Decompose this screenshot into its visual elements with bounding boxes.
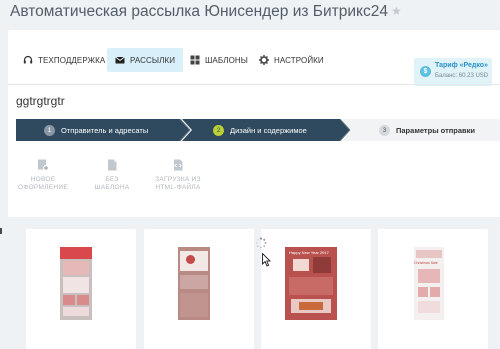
template-card[interactable]: [144, 229, 254, 349]
template-gallery: Happy New Year 2017 Christmas Sale: [8, 217, 500, 349]
template-card[interactable]: Happy New Year 2017: [261, 229, 371, 349]
loading-spinner-icon: [255, 236, 267, 249]
nav-item-support-label: ТЕХПОДДЕРЖКА: [38, 55, 106, 65]
new-design-icon: [37, 158, 49, 171]
page-title: Автоматическая рассылка Юнисендер из Бит…: [10, 3, 402, 21]
tariff-name: Тариф «Редко»: [435, 62, 488, 69]
blank-page-icon: [106, 158, 118, 171]
template-thumbnail: Happy New Year 2017: [285, 247, 337, 320]
template-card[interactable]: [26, 229, 136, 349]
scroll-edge-marker: [0, 228, 2, 234]
template-thumbnail: [60, 247, 92, 320]
blank-template-button[interactable]: БЕЗ ШАБЛОНА: [82, 158, 142, 192]
step-sender-label: Отправитель и адресаты: [61, 125, 149, 135]
blank-template-label-line1: БЕЗ: [105, 176, 119, 183]
step-design-label: Дизайн и содержимое: [230, 125, 307, 135]
nav-item-templates-label: ШАБЛОНЫ: [205, 55, 248, 65]
step-sender-number: 1: [44, 124, 55, 136]
gear-icon: [259, 55, 269, 65]
page: Автоматическая рассылка Юнисендер из Бит…: [0, 0, 500, 349]
nav-item-settings[interactable]: НАСТРОЙКИ: [259, 48, 324, 72]
step-design-number: 2: [213, 124, 224, 136]
html-upload-label-line1: ЗАГРУЗКА ИЗ: [155, 176, 201, 183]
nav-item-mailings[interactable]: РАССЫЛКИ: [107, 48, 184, 72]
step-sender[interactable]: 1 Отправитель и адресаты: [44, 119, 148, 141]
tariff-balance: Баланс: 60.23 USD: [435, 73, 489, 79]
top-nav: ТЕХПОДДЕРЖКА РАССЫЛКИ ШАБЛОНЫ НАСТРОЙКИ: [8, 42, 500, 86]
html-file-icon: [172, 158, 184, 171]
new-design-label-line2: ОФОРМЛЕНИЕ: [17, 184, 69, 191]
blank-template-label-line2: ШАБЛОНА: [94, 184, 130, 191]
new-design-button[interactable]: НОВОЕ ОФОРМЛЕНИЕ: [13, 158, 73, 192]
nav-item-support[interactable]: ТЕХПОДДЕРЖКА: [23, 48, 105, 72]
html-upload-label-line2: HTML-ФАЙЛА: [155, 184, 201, 191]
step-send-params-label: Параметры отправки: [396, 125, 476, 135]
headset-icon: [23, 55, 33, 65]
step-design[interactable]: 2 Дизайн и содержимое: [213, 119, 307, 141]
page-title-text: Автоматическая рассылка Юнисендер из Бит…: [10, 3, 388, 20]
mouse-pointer-icon: [262, 252, 272, 267]
nav-item-templates[interactable]: ШАБЛОНЫ: [190, 48, 248, 72]
step-send-params[interactable]: 3 Параметры отправки: [379, 119, 475, 141]
template-thumbnail-caption: Happy New Year 2017: [289, 250, 329, 255]
dollar-icon: $: [420, 66, 431, 77]
mailing-name[interactable]: ggtrgtrgtr: [16, 94, 65, 108]
template-thumbnail: Christmas Sale: [414, 247, 444, 320]
template-thumbnail: [178, 247, 210, 320]
tariff-widget[interactable]: $ Тариф «Редко» Баланс: 60.23 USD: [414, 58, 492, 86]
html-upload-button[interactable]: ЗАГРУЗКА ИЗ HTML-ФАЙЛА: [148, 158, 208, 192]
template-card[interactable]: Christmas Sale: [378, 229, 488, 349]
envelope-icon: [115, 55, 125, 65]
step-send-params-number: 3: [379, 124, 390, 136]
wizard-steps: 1 Отправитель и адресаты 2 Дизайн и соде…: [16, 119, 500, 141]
template-icon: [190, 55, 200, 65]
main-card: ТЕХПОДДЕРЖКА РАССЫЛКИ ШАБЛОНЫ НАСТРОЙКИ: [8, 30, 500, 349]
nav-item-settings-label: НАСТРОЙКИ: [274, 55, 324, 65]
star-icon[interactable]: ★: [391, 4, 402, 18]
new-design-label-line1: НОВОЕ: [30, 176, 56, 183]
nav-item-mailings-label: РАССЫЛКИ: [130, 55, 176, 65]
nav-divider: [8, 84, 500, 85]
template-thumbnail-caption: Christmas Sale: [414, 261, 438, 265]
title-bar: Автоматическая рассылка Юнисендер из Бит…: [0, 0, 500, 28]
